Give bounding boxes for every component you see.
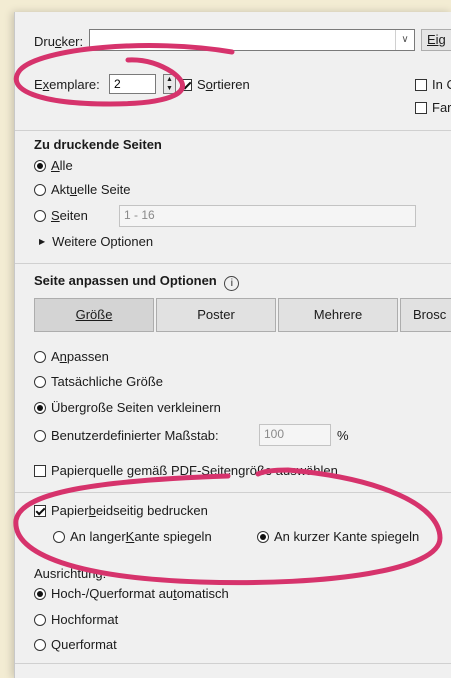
booklet-mode-button[interactable]: Brosc [400,298,451,332]
divider [15,492,451,493]
radio-icon[interactable] [34,159,46,172]
radio-icon[interactable] [257,530,269,543]
collate-checkbox[interactable]: So rtieren [180,77,250,92]
radio-current-page[interactable]: Akt u elle Seite [34,182,131,197]
radio-icon[interactable] [34,209,46,222]
radio-auto-orientation[interactable]: Hoch-/Querformat au t omatisch [34,586,229,601]
radio-landscape[interactable]: Querformat [34,637,117,652]
fit-section-title: Seite anpassen und Optionen i [34,273,240,291]
more-options-expander[interactable]: ▶ Weitere Optionen [39,234,153,249]
stepper-up-icon[interactable]: ▲ [164,75,175,84]
radio-custom-scale[interactable]: Benutzerdefinierter Maßstab: [34,428,219,443]
radio-icon[interactable] [34,375,46,388]
scale-unit: % [337,428,349,443]
divider [15,130,451,131]
copies-stepper[interactable]: ▲ ▼ [163,74,176,94]
paper-source-check-icon[interactable] [34,464,46,477]
radio-icon[interactable] [34,350,46,363]
radio-icon[interactable] [34,638,46,651]
stepper-down-icon[interactable]: ▼ [164,84,175,93]
radio-icon[interactable] [34,429,46,442]
grayscale-checkbox[interactable]: In C [415,77,451,92]
divider [15,263,451,264]
radio-pages[interactable]: Seiten [34,208,88,223]
info-icon[interactable]: i [224,276,240,291]
radio-portrait[interactable]: Hochformat [34,612,118,627]
duplex-check-icon[interactable] [34,504,46,517]
printer-select[interactable]: ∨ [89,29,415,51]
printer-properties-button[interactable]: Eig [421,29,451,51]
radio-all-pages[interactable]: Alle [34,158,73,173]
save-ink-check-icon[interactable] [415,101,427,114]
print-dialog: Dru c ker: ∨ Eig Ex emplare: 2 ▲ ▼ So rtiere… [14,12,451,678]
scale-input[interactable]: 100 [259,424,331,446]
pages-section-title: Zu druckende Seiten [34,137,162,152]
page-range-input[interactable]: 1 - 16 [119,205,416,227]
grayscale-check-icon[interactable] [415,78,427,91]
radio-long-edge[interactable]: An langer Kante spiegeln [53,529,212,544]
radio-icon[interactable] [34,587,46,600]
radio-shrink-oversized[interactable]: Übergroße Seiten verkleinern [34,400,221,415]
copies-input[interactable]: 2 [109,74,156,94]
radio-icon[interactable] [34,401,46,414]
radio-actual-size[interactable]: Tatsächliche Größe [34,374,163,389]
printer-label: Dru c ker: [34,34,84,49]
orientation-title: Ausrichtung: [34,566,107,581]
radio-icon[interactable] [34,183,46,196]
duplex-checkbox[interactable]: Papier b eidseitig bedrucken [34,503,208,518]
poster-mode-button[interactable]: Poster [156,298,276,332]
radio-short-edge[interactable]: An kurzer Kante spiegeln [257,529,419,544]
radio-icon[interactable] [34,613,46,626]
collate-check-icon[interactable] [180,78,192,91]
radio-icon[interactable] [53,530,65,543]
triangle-right-icon[interactable]: ▶ [39,237,45,246]
radio-fit[interactable]: An passen [34,349,109,364]
size-mode-button[interactable]: Größe [34,298,154,332]
copies-label: Ex emplare: [34,77,100,92]
save-ink-checkbox[interactable]: Far [415,100,451,115]
divider [15,663,451,664]
chevron-down-icon: ∨ [395,30,414,50]
paper-source-checkbox[interactable]: Papierquelle gemäß P D F-Seitengröße auswä… [34,463,338,478]
multiple-mode-button[interactable]: Mehrere [278,298,398,332]
